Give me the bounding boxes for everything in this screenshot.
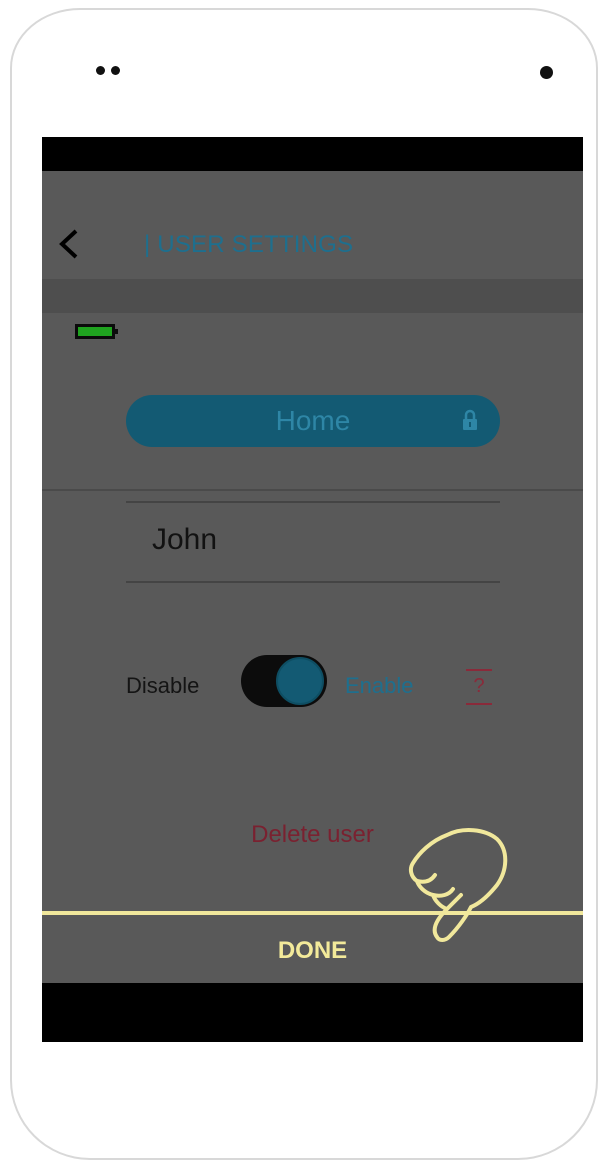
help-button[interactable]: ? <box>466 669 492 705</box>
pointing-hand-icon <box>408 828 508 942</box>
disable-label: Disable <box>126 673 200 698</box>
section-divider <box>42 489 583 491</box>
user-name-field[interactable]: John <box>152 523 217 557</box>
header: | USER SETTINGS <box>42 171 583 279</box>
battery-icon <box>75 324 118 339</box>
user-settings-screen: | USER SETTINGS Home John Disable Enable… <box>42 171 583 983</box>
enable-label: Enable <box>345 673 414 698</box>
page-title: | USER SETTINGS <box>144 231 354 258</box>
back-arrow-icon[interactable] <box>56 227 84 261</box>
toggle-knob <box>276 657 324 705</box>
profile-selector[interactable]: Home <box>126 395 500 447</box>
enable-toggle[interactable] <box>241 655 327 707</box>
header-band <box>42 279 583 313</box>
profile-name: Home <box>275 405 351 436</box>
name-field-top-border <box>126 501 500 503</box>
proximity-sensor <box>540 66 553 79</box>
screen: | USER SETTINGS Home John Disable Enable… <box>42 137 583 1042</box>
name-field-underline <box>126 581 500 583</box>
lock-icon <box>463 409 477 430</box>
front-camera <box>96 66 120 75</box>
